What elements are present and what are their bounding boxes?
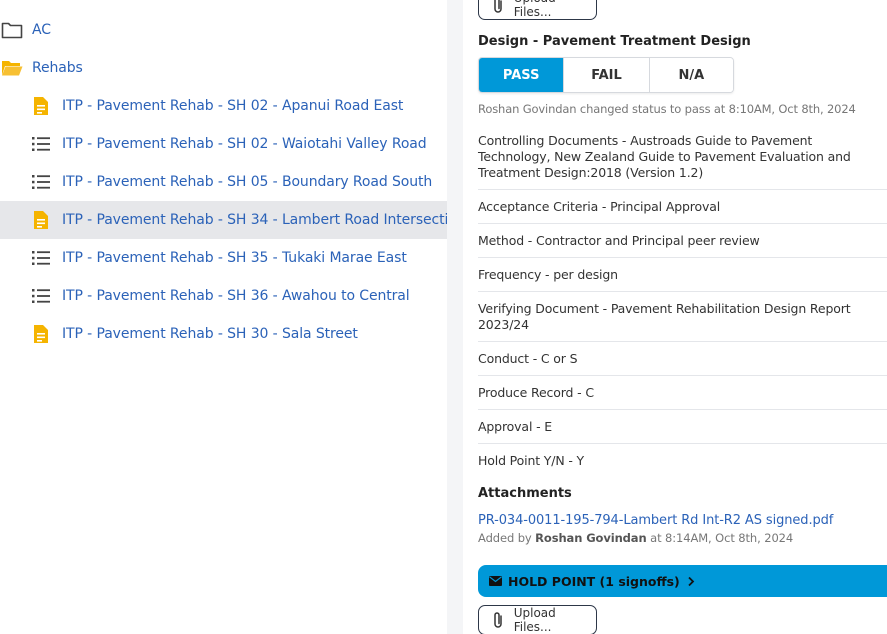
tree-item-itp[interactable]: ITP - Pavement Rehab - SH 02 - Waiotahi …	[0, 125, 447, 163]
status-na-button[interactable]: N/A	[649, 58, 733, 92]
tree-item-itp[interactable]: ITP - Pavement Rehab - SH 05 - Boundary …	[0, 163, 447, 201]
panel-divider	[447, 0, 463, 634]
criteria-item: Conduct - C or S	[478, 342, 887, 376]
tree-item-ac[interactable]: AC	[0, 11, 447, 49]
criteria-item: Produce Record - C	[478, 376, 887, 410]
list-icon	[30, 172, 52, 192]
upload-files-label: Upload Files...	[513, 606, 556, 634]
tree-item-itp[interactable]: ITP - Pavement Rehab - SH 02 - Apanui Ro…	[0, 87, 447, 125]
status-fail-button[interactable]: FAIL	[564, 58, 650, 92]
doc-icon	[30, 210, 52, 230]
tree-item-label: ITP - Pavement Rehab - SH 02 - Waiotahi …	[62, 136, 427, 152]
status-toggle: PASS FAIL N/A	[478, 57, 734, 93]
upload-files-button[interactable]: Upload Files...	[478, 0, 597, 20]
attachment-added-by: Roshan Govindan	[535, 531, 647, 545]
tree-item-itp[interactable]: ITP - Pavement Rehab - SH 30 - Sala Stre…	[0, 315, 447, 353]
tree-item-itp-selected[interactable]: ITP - Pavement Rehab - SH 34 - Lambert R…	[0, 201, 466, 239]
paperclip-icon	[489, 611, 507, 629]
folder-icon	[1, 20, 23, 40]
list-icon	[30, 248, 52, 268]
tree-item-rehabs[interactable]: Rehabs	[0, 49, 447, 87]
criteria-item: Frequency - per design	[478, 258, 887, 292]
upload-files-button[interactable]: Upload Files...	[478, 605, 597, 634]
attachment-added-suffix: at 8:14AM, Oct 8th, 2024	[650, 531, 794, 545]
criteria-list: Controlling Documents - Austroads Guide …	[478, 124, 887, 477]
tree-item-itp[interactable]: ITP - Pavement Rehab - SH 36 - Awahou to…	[0, 277, 447, 315]
folder-open-icon	[1, 58, 23, 78]
tree-item-label: ITP - Pavement Rehab - SH 30 - Sala Stre…	[62, 326, 358, 342]
criteria-item: Method - Contractor and Principal peer r…	[478, 224, 887, 258]
tree-item-itp[interactable]: ITP - Pavement Rehab - SH 35 - Tukaki Ma…	[0, 239, 447, 277]
tree-item-label: ITP - Pavement Rehab - SH 02 - Apanui Ro…	[62, 98, 404, 114]
hold-point-label: HOLD POINT (1 signoffs)	[508, 573, 680, 589]
list-icon	[30, 134, 52, 154]
status-change-note: Roshan Govindan changed status to pass a…	[478, 102, 856, 116]
criteria-item: Verifying Document - Pavement Rehabilita…	[478, 292, 887, 342]
criteria-item: Hold Point Y/N - Y	[478, 453, 585, 468]
chevron-right-icon	[687, 576, 695, 587]
tree-item-label: ITP - Pavement Rehab - SH 05 - Boundary …	[62, 174, 433, 190]
doc-icon	[1, 0, 23, 3]
tree-item-label: ITP - Pavement Rehab - SH 34 - Lambert R…	[62, 212, 466, 228]
folder-tree: AC Rehabs ITP - Pavement Rehab - SH 02 -…	[0, 0, 466, 634]
upload-files-label: Upload Files...	[513, 0, 556, 19]
tree-item-label: ITP - Pavement Rehab - SH 36 - Awahou to…	[62, 288, 410, 304]
criteria-item: Acceptance Criteria - Principal Approval	[478, 190, 887, 224]
tree-item-label: ITP - Pavement Rehab - SH 35 - Tukaki Ma…	[62, 250, 407, 266]
status-pass-button[interactable]: PASS	[479, 58, 565, 92]
attachment-added-prefix: Added by	[478, 531, 532, 545]
doc-icon	[30, 324, 52, 344]
section-title: Design - Pavement Treatment Design	[478, 34, 751, 49]
criteria-item: Controlling Documents - Austroads Guide …	[478, 124, 887, 190]
list-icon	[30, 286, 52, 306]
criteria-item: Approval - E	[478, 410, 887, 444]
envelope-icon	[489, 576, 502, 586]
attachments-heading: Attachments	[478, 486, 572, 501]
doc-icon	[30, 96, 52, 116]
attachment-meta: Added by Roshan Govindan at 8:14AM, Oct …	[478, 531, 793, 545]
attachment-link[interactable]: PR-034-0011-195-794-Lambert Rd Int-R2 AS…	[478, 513, 833, 528]
tree-item-label: Rehabs	[32, 60, 83, 76]
paperclip-icon	[489, 0, 507, 14]
inspection-panel: Upload Files... Design - Pavement Treatm…	[463, 0, 887, 634]
tree-item-label: AC	[32, 22, 51, 38]
hold-point-bar[interactable]: HOLD POINT (1 signoffs)	[478, 565, 887, 597]
